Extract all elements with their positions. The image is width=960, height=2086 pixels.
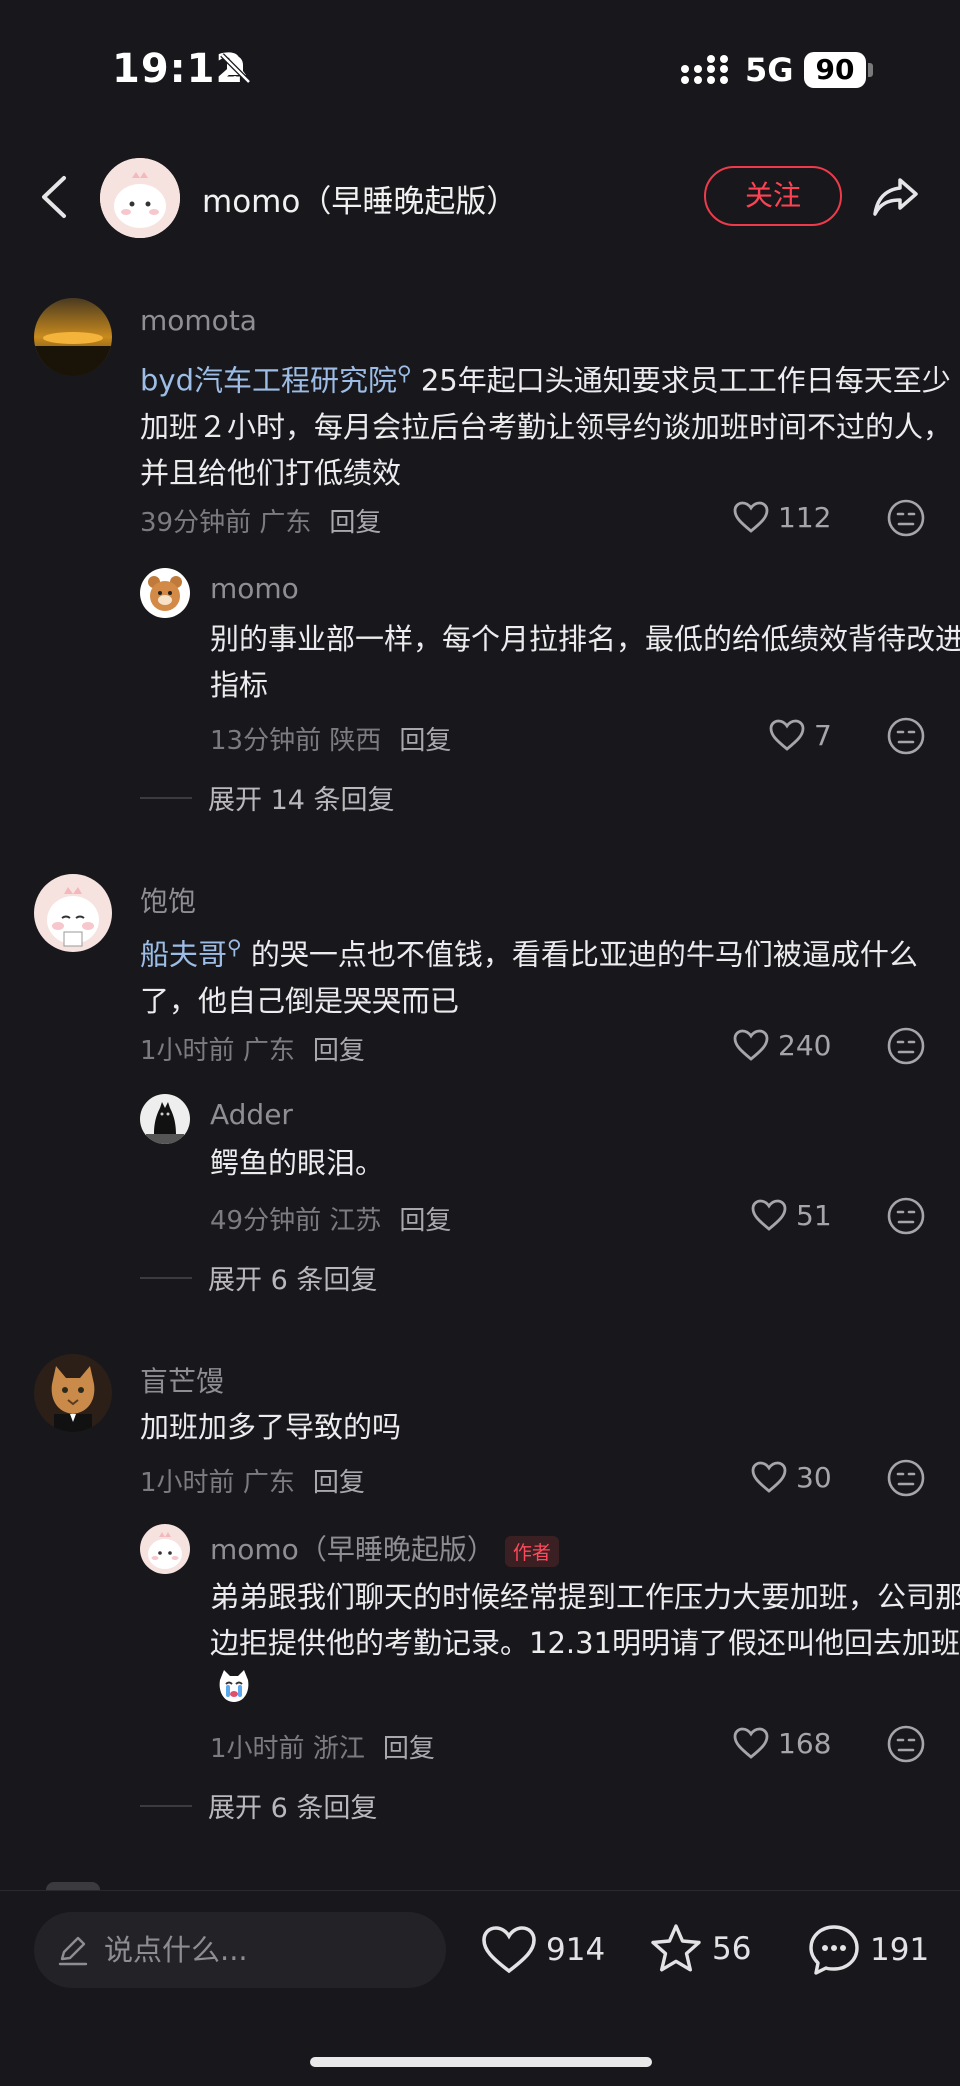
reply-like-button[interactable]: 51 — [750, 1198, 832, 1232]
crying-cat-emoji-icon — [214, 1666, 254, 1719]
dislike-icon[interactable] — [886, 716, 926, 756]
reply-text: 别的事业部一样，每个月拉排名，最低的给低绩效背待改进指标 — [210, 622, 960, 702]
home-indicator[interactable] — [310, 2057, 652, 2067]
avatar — [46, 1882, 100, 1890]
follow-button[interactable]: 关注 — [704, 166, 842, 226]
pencil-icon — [58, 1936, 88, 1966]
reply-meta: 13分钟前 陕西 回复 — [210, 726, 452, 756]
reply-button[interactable]: 回复 — [313, 1036, 365, 1066]
signal-icon — [681, 55, 728, 84]
like-button[interactable]: 914 — [480, 1924, 605, 1976]
author-name[interactable]: momo（早睡晚起版） — [202, 176, 517, 221]
reply-username[interactable]: Adder — [210, 1098, 293, 1131]
comment-input-box[interactable] — [34, 1912, 446, 1988]
comment-input[interactable] — [104, 1933, 424, 1967]
battery-tip — [868, 63, 873, 77]
reply-button[interactable]: 回复 — [313, 1468, 365, 1498]
like-count: 168 — [778, 1726, 832, 1760]
dislike-icon[interactable] — [886, 1724, 926, 1764]
like-count: 914 — [546, 1932, 606, 1968]
comment-meta: 39分钟前 广东 回复 — [140, 508, 382, 538]
author-badge: 作者 — [504, 1535, 559, 1567]
like-count: 7 — [814, 718, 832, 752]
reply-like-button[interactable]: 7 — [768, 718, 832, 752]
heart-icon — [769, 719, 805, 751]
avatar[interactable] — [34, 298, 112, 376]
network-type: 5G — [745, 51, 794, 89]
heart-icon — [733, 501, 769, 533]
avatar[interactable] — [34, 874, 112, 952]
mention-link[interactable]: 船夫哥 — [140, 938, 227, 972]
reply-meta: 49分钟前 江苏 回复 — [210, 1206, 452, 1236]
heart-icon — [751, 1461, 787, 1493]
avatar[interactable] — [140, 568, 190, 618]
comment-username[interactable]: momota — [140, 304, 257, 337]
heart-icon — [482, 1926, 536, 1974]
expand-replies-button[interactable]: 展开 6 条回复 — [140, 1786, 377, 1825]
comment-like-button[interactable]: 30 — [750, 1460, 832, 1494]
comment-meta: 1小时前 广东 回复 — [140, 1036, 365, 1066]
avatar[interactable] — [34, 1354, 112, 1432]
battery-indicator: 90 — [804, 52, 866, 88]
search-icon: ⚲ — [396, 361, 412, 385]
bottom-divider — [0, 1890, 960, 1891]
reply-button[interactable]: 回复 — [399, 1206, 451, 1236]
comment-meta: 1小时前 广东 回复 — [140, 1468, 365, 1498]
reply-username[interactable]: momo（早睡晚起版） 作者 — [210, 1528, 559, 1568]
heart-icon — [733, 1029, 769, 1061]
like-count: 51 — [796, 1198, 832, 1232]
reply-button[interactable]: 回复 — [399, 726, 451, 756]
like-count: 240 — [778, 1028, 832, 1062]
mute-bell-icon — [220, 53, 251, 84]
heart-icon — [733, 1727, 769, 1759]
search-icon: ⚲ — [227, 935, 242, 959]
reply-like-button[interactable]: 168 — [732, 1726, 831, 1760]
reply-username[interactable]: momo — [210, 572, 299, 605]
dislike-icon[interactable] — [886, 498, 926, 538]
expand-replies-button[interactable]: 展开 14 条回复 — [140, 778, 395, 817]
like-count: 30 — [796, 1460, 832, 1494]
reply-text: 鳄鱼的眼泪。 — [210, 1146, 385, 1180]
dislike-icon[interactable] — [886, 1458, 926, 1498]
favorite-count: 56 — [712, 1931, 752, 1967]
expand-replies-button[interactable]: 展开 6 条回复 — [140, 1258, 377, 1297]
comment-text: byd汽车工程研究院⚲ 25年起口头通知要求员工工作日每天至少加班２小时，每月会… — [140, 361, 953, 490]
comment-username[interactable]: 盲芒馒 — [140, 1360, 224, 1400]
heart-icon — [751, 1199, 787, 1231]
comment-count: 191 — [870, 1932, 930, 1968]
author-avatar[interactable] — [100, 158, 180, 238]
favorite-button[interactable]: 56 — [648, 1922, 751, 1976]
comment-text: 船夫哥⚲ 的哭一点也不值钱，看看比亚迪的牛马们被逼成什么了，他自己倒是哭哭而已 — [140, 935, 918, 1018]
share-icon[interactable] — [870, 170, 922, 222]
chat-bubble-icon — [809, 1925, 859, 1975]
dislike-icon[interactable] — [886, 1196, 926, 1236]
comment-like-button[interactable]: 240 — [732, 1028, 831, 1062]
avatar[interactable] — [140, 1094, 190, 1144]
mention-link[interactable]: byd汽车工程研究院 — [140, 364, 397, 398]
reply-button[interactable]: 回复 — [329, 508, 381, 538]
dislike-icon[interactable] — [886, 1026, 926, 1066]
reply-button[interactable]: 回复 — [383, 1734, 435, 1764]
comment-username[interactable]: 饱饱 — [140, 880, 196, 920]
like-count: 112 — [778, 500, 832, 534]
back-arrow-icon[interactable] — [36, 172, 72, 222]
comment-button[interactable]: 191 — [806, 1922, 929, 1978]
reply-text: 弟弟跟我们聊天的时候经常提到工作压力大要加班，公司那边拒提供他的考勤记录。12.… — [210, 1574, 960, 1719]
reply-meta: 1小时前 浙江 回复 — [210, 1734, 435, 1764]
star-icon — [651, 1924, 701, 1972]
avatar[interactable] — [140, 1524, 190, 1574]
comment-text: 加班加多了导致的吗 — [140, 1410, 402, 1444]
comment-like-button[interactable]: 112 — [732, 500, 831, 534]
